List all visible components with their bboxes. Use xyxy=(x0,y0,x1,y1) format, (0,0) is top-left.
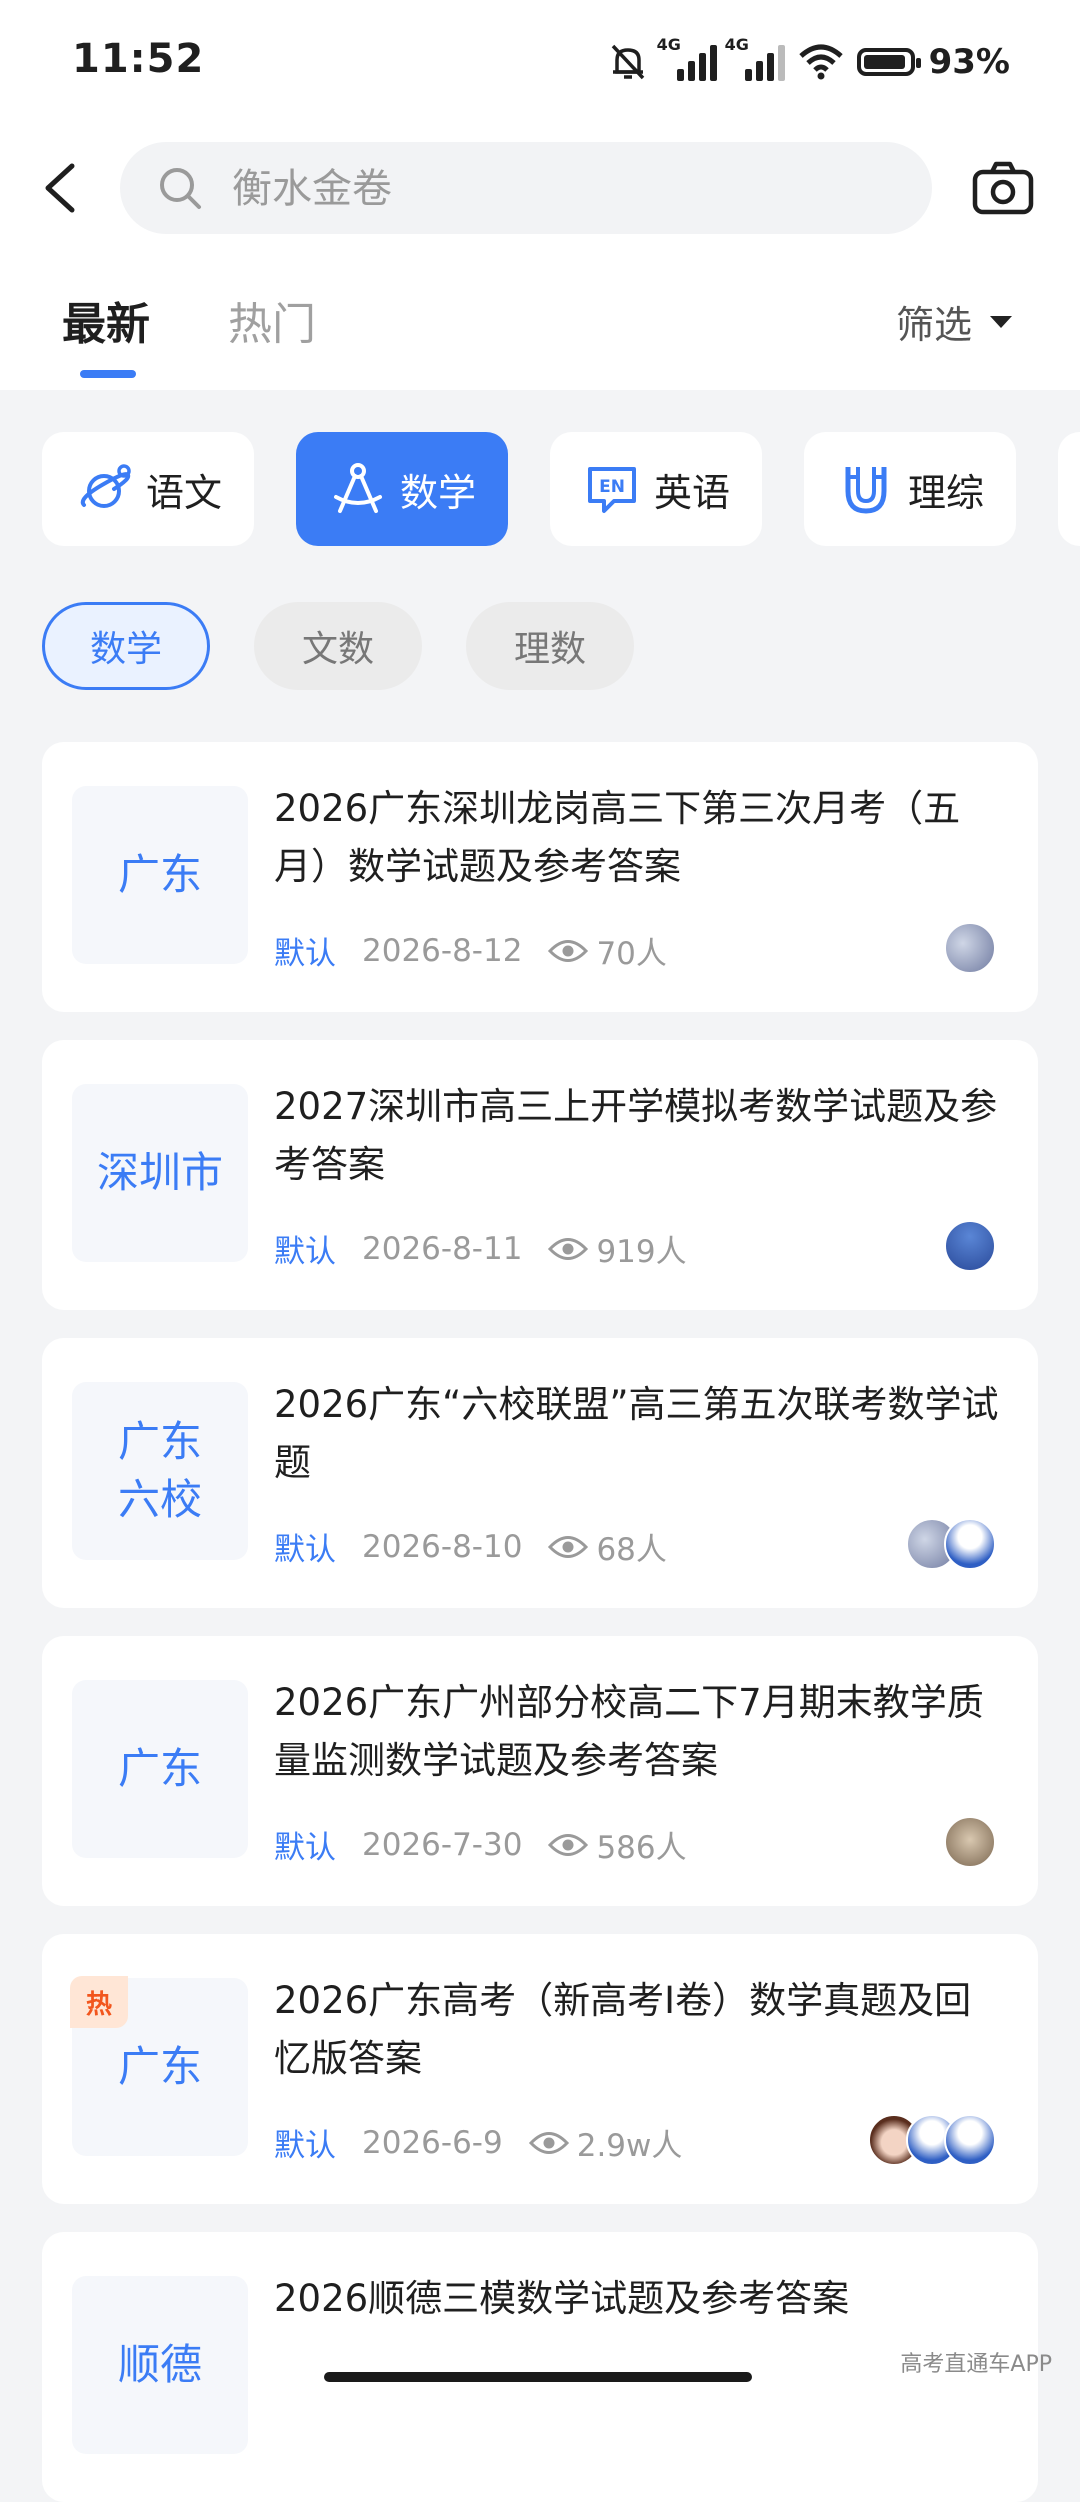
home-indicator[interactable] xyxy=(324,2372,752,2382)
subject-label: 理综 xyxy=(907,470,984,515)
hot-badge: 热 xyxy=(70,1976,128,2028)
item-date: 2026-8-12 xyxy=(362,932,523,969)
wifi-icon xyxy=(798,44,843,80)
status-icons: 4G 4G 93% xyxy=(607,35,1010,86)
mute-bell-icon xyxy=(611,44,644,80)
list-item[interactable]: 顺德 2026顺德三模数学试题及参考答案 xyxy=(42,2232,1038,2502)
subject-science[interactable]: 理综 xyxy=(804,432,1016,546)
item-meta: 默认 2026-7-30 586人 xyxy=(274,1822,687,1867)
compass-icon xyxy=(333,463,382,513)
subject-label: 数学 xyxy=(399,470,476,515)
list-item[interactable]: 广东 六校 2026广东“六校联盟”高三第五次联考数学试题 默认 2026-8-… xyxy=(42,1338,1038,1608)
camera-icon[interactable] xyxy=(972,160,1034,216)
item-views: 2.9w人 xyxy=(576,2128,683,2164)
item-meta: 默认 2026-8-12 70人 xyxy=(274,928,667,973)
search-icon xyxy=(160,168,201,209)
signal-icon-2: 4G xyxy=(725,35,785,81)
item-date: 2026-8-11 xyxy=(362,1230,523,1267)
avatar xyxy=(944,922,996,974)
status-time: 11:52 xyxy=(72,36,205,82)
avatar xyxy=(944,2114,996,2166)
tab-indicator xyxy=(80,370,136,378)
subject-english[interactable]: EN 英语 xyxy=(550,432,762,546)
region-tag: 广东 xyxy=(72,786,248,964)
item-date: 2026-8-10 xyxy=(362,1528,523,1565)
subject-label: 语文 xyxy=(145,470,222,515)
network-label-1: 4G xyxy=(656,35,681,54)
subfilter-liberal-math[interactable]: 文数 xyxy=(254,602,422,690)
subfilter-science-math[interactable]: 理数 xyxy=(466,602,634,690)
subject-bar: 语文 数学 EN 英语 理综 xyxy=(42,432,1080,546)
caret-down-icon xyxy=(990,315,1013,328)
item-meta: 默认 2026-8-10 68人 xyxy=(274,1524,667,1569)
search-input[interactable] xyxy=(230,142,894,236)
avatar-group xyxy=(868,2114,996,2166)
avatar xyxy=(944,1518,996,1570)
subfilter-math[interactable]: 数学 xyxy=(42,602,210,690)
tab-hot[interactable]: 热门 xyxy=(228,288,316,352)
back-arrow-icon[interactable] xyxy=(40,160,80,216)
tab-latest[interactable]: 最新 xyxy=(62,288,150,352)
item-title: 2026广东“六校联盟”高三第五次联考数学试题 xyxy=(274,1383,999,1484)
eye-icon xyxy=(548,1833,589,1856)
item-category: 默认 xyxy=(274,1532,336,1568)
avatar-group xyxy=(906,1518,996,1570)
region-tag: 深圳市 xyxy=(72,1084,248,1262)
eye-icon xyxy=(548,939,589,962)
svg-text:EN: EN xyxy=(599,477,625,497)
list-item[interactable]: 广东 热 2026广东高考（新高考I卷）数学真题及回忆版答案 默认 2026-6… xyxy=(42,1934,1038,2204)
item-title: 2026广东高考（新高考I卷）数学真题及回忆版答案 xyxy=(274,1979,972,2080)
item-meta: 默认 2026-8-11 919人 xyxy=(274,1226,687,1271)
item-category: 默认 xyxy=(274,1830,336,1866)
item-date: 2026-7-30 xyxy=(362,1826,523,1863)
region-tag: 顺德 xyxy=(72,2276,248,2454)
subject-math[interactable]: 数学 xyxy=(296,432,508,546)
item-date: 2026-6-9 xyxy=(362,2124,503,2161)
filter-label: 筛选 xyxy=(896,303,973,347)
region-tag: 广东 xyxy=(72,1680,248,1858)
item-title: 2026顺德三模数学试题及参考答案 xyxy=(274,2277,850,2320)
status-bar: 11:52 4G 4G 93% xyxy=(0,0,1080,120)
subject-chinese[interactable]: 语文 xyxy=(42,432,254,546)
region-tag: 广东 六校 xyxy=(72,1382,248,1560)
item-title: 2027深圳市高三上开学模拟考数学试题及参考答案 xyxy=(274,1085,998,1186)
avatar-group xyxy=(944,1816,996,1868)
filter-button[interactable]: 筛选 xyxy=(896,294,1013,349)
magnet-icon xyxy=(845,467,887,514)
item-views: 68人 xyxy=(596,1532,667,1568)
item-views: 919人 xyxy=(596,1234,687,1270)
item-title: 2026广东深圳龙岗高三下第三次月考（五月）数学试题及参考答案 xyxy=(274,787,961,888)
item-category: 默认 xyxy=(274,1234,336,1270)
subject-more[interactable] xyxy=(1058,432,1080,546)
item-views: 70人 xyxy=(596,936,667,972)
signal-icon-1: 4G xyxy=(657,35,717,81)
eye-icon xyxy=(548,1535,589,1558)
avatar-group xyxy=(944,1220,996,1272)
item-title: 2026广东广州部分校高二下7月期末教学质量监测数学试题及参考答案 xyxy=(274,1681,984,1782)
item-meta: 默认 2026-6-9 2.9w人 xyxy=(274,2120,682,2165)
search-bar[interactable] xyxy=(120,142,932,236)
subject-label: 英语 xyxy=(653,470,730,515)
item-category: 默认 xyxy=(274,936,336,972)
avatar xyxy=(944,1816,996,1868)
eye-icon xyxy=(548,1237,589,1260)
list-item[interactable]: 广东 2026广东深圳龙岗高三下第三次月考（五月）数学试题及参考答案 默认 20… xyxy=(42,742,1038,1012)
eye-icon xyxy=(528,2131,569,2154)
planet-icon xyxy=(80,464,131,508)
list-item[interactable]: 广东 2026广东广州部分校高二下7月期末教学质量监测数学试题及参考答案 默认 … xyxy=(42,1636,1038,1906)
avatar-group xyxy=(944,922,996,974)
en-icon: EN xyxy=(587,467,636,513)
network-label-2: 4G xyxy=(724,35,749,54)
item-views: 586人 xyxy=(596,1830,687,1866)
list-item[interactable]: 深圳市 2027深圳市高三上开学模拟考数学试题及参考答案 默认 2026-8-1… xyxy=(42,1040,1038,1310)
battery-icon xyxy=(856,48,921,76)
avatar xyxy=(944,1220,996,1272)
item-category: 默认 xyxy=(274,2128,336,2164)
battery-percent: 93% xyxy=(928,42,1010,82)
watermark: 高考直通车APP xyxy=(900,2352,1052,2377)
